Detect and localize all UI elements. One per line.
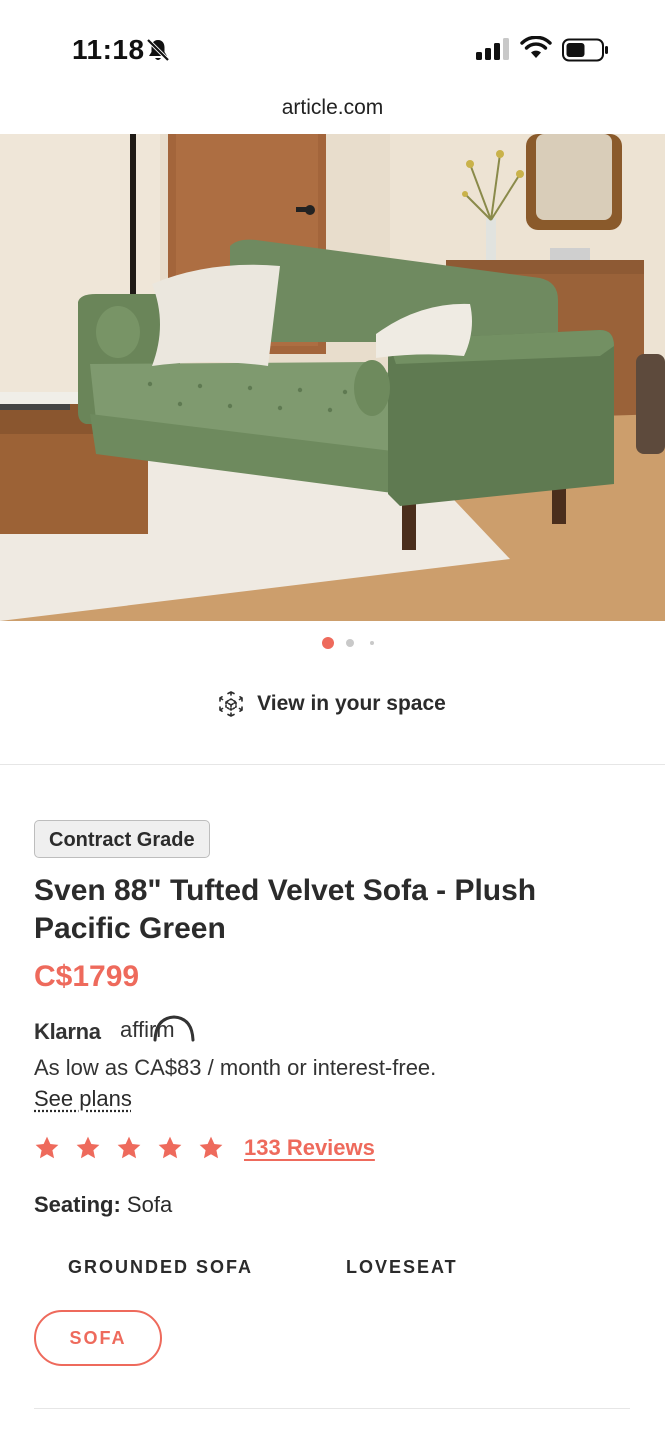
star-icon — [35, 1136, 59, 1159]
star-rating — [34, 1135, 239, 1161]
carousel-dot-active[interactable] — [322, 637, 334, 649]
product-image[interactable] — [0, 134, 665, 621]
product-title: Sven 88" Tufted Velvet Sofa - Plush Paci… — [34, 874, 537, 945]
view-in-your-space-button[interactable]: View in your space — [0, 686, 665, 722]
star-icon — [199, 1136, 223, 1159]
seating-option-loveseat[interactable]: LOVESEAT — [346, 1257, 458, 1278]
star-icon — [76, 1136, 100, 1159]
reviews-link[interactable]: 133 Reviews — [244, 1135, 375, 1161]
divider — [0, 764, 665, 765]
product-price: C$1799 — [34, 960, 140, 993]
star-icon — [117, 1136, 141, 1159]
seating-selection: Seating: Sofa — [34, 1192, 172, 1218]
financing-description: As low as CA$83 / month or interest-free… — [34, 1055, 437, 1080]
seating-option-grounded-sofa[interactable]: GROUNDED SOFA — [68, 1257, 253, 1278]
seating-value: Sofa — [126, 1192, 173, 1217]
klarna-logo: Klarna — [34, 1019, 101, 1044]
seating-option-sofa-selected[interactable]: SOFA — [34, 1310, 162, 1366]
divider — [34, 1408, 630, 1409]
carousel-indicator[interactable] — [0, 636, 665, 650]
status-time: 11:18 — [72, 34, 145, 65]
carousel-dot[interactable] — [346, 639, 354, 647]
url-bar[interactable]: article.com — [0, 96, 665, 120]
see-plans-link[interactable]: See plans — [34, 1086, 132, 1111]
cellular-signal-icon — [476, 38, 509, 60]
sofa-photo — [0, 134, 665, 621]
financing-text: As low as CA$83 / month or interest-free… — [34, 1052, 454, 1114]
contract-grade-badge: Contract Grade — [34, 820, 210, 858]
star-icon — [158, 1136, 182, 1159]
view-in-your-space-label: View in your space — [257, 692, 446, 715]
status-bar: 11:18 article.com — [0, 0, 665, 119]
battery-icon — [562, 38, 608, 62]
rating: 133 Reviews — [34, 1130, 375, 1166]
wifi-icon — [520, 36, 552, 58]
carousel-dot[interactable] — [370, 641, 374, 645]
seating-label: Seating: — [34, 1192, 121, 1217]
ar-cube-icon — [219, 691, 243, 717]
affirm-arc-icon — [153, 1015, 195, 1042]
bell-slash-icon — [146, 38, 170, 62]
